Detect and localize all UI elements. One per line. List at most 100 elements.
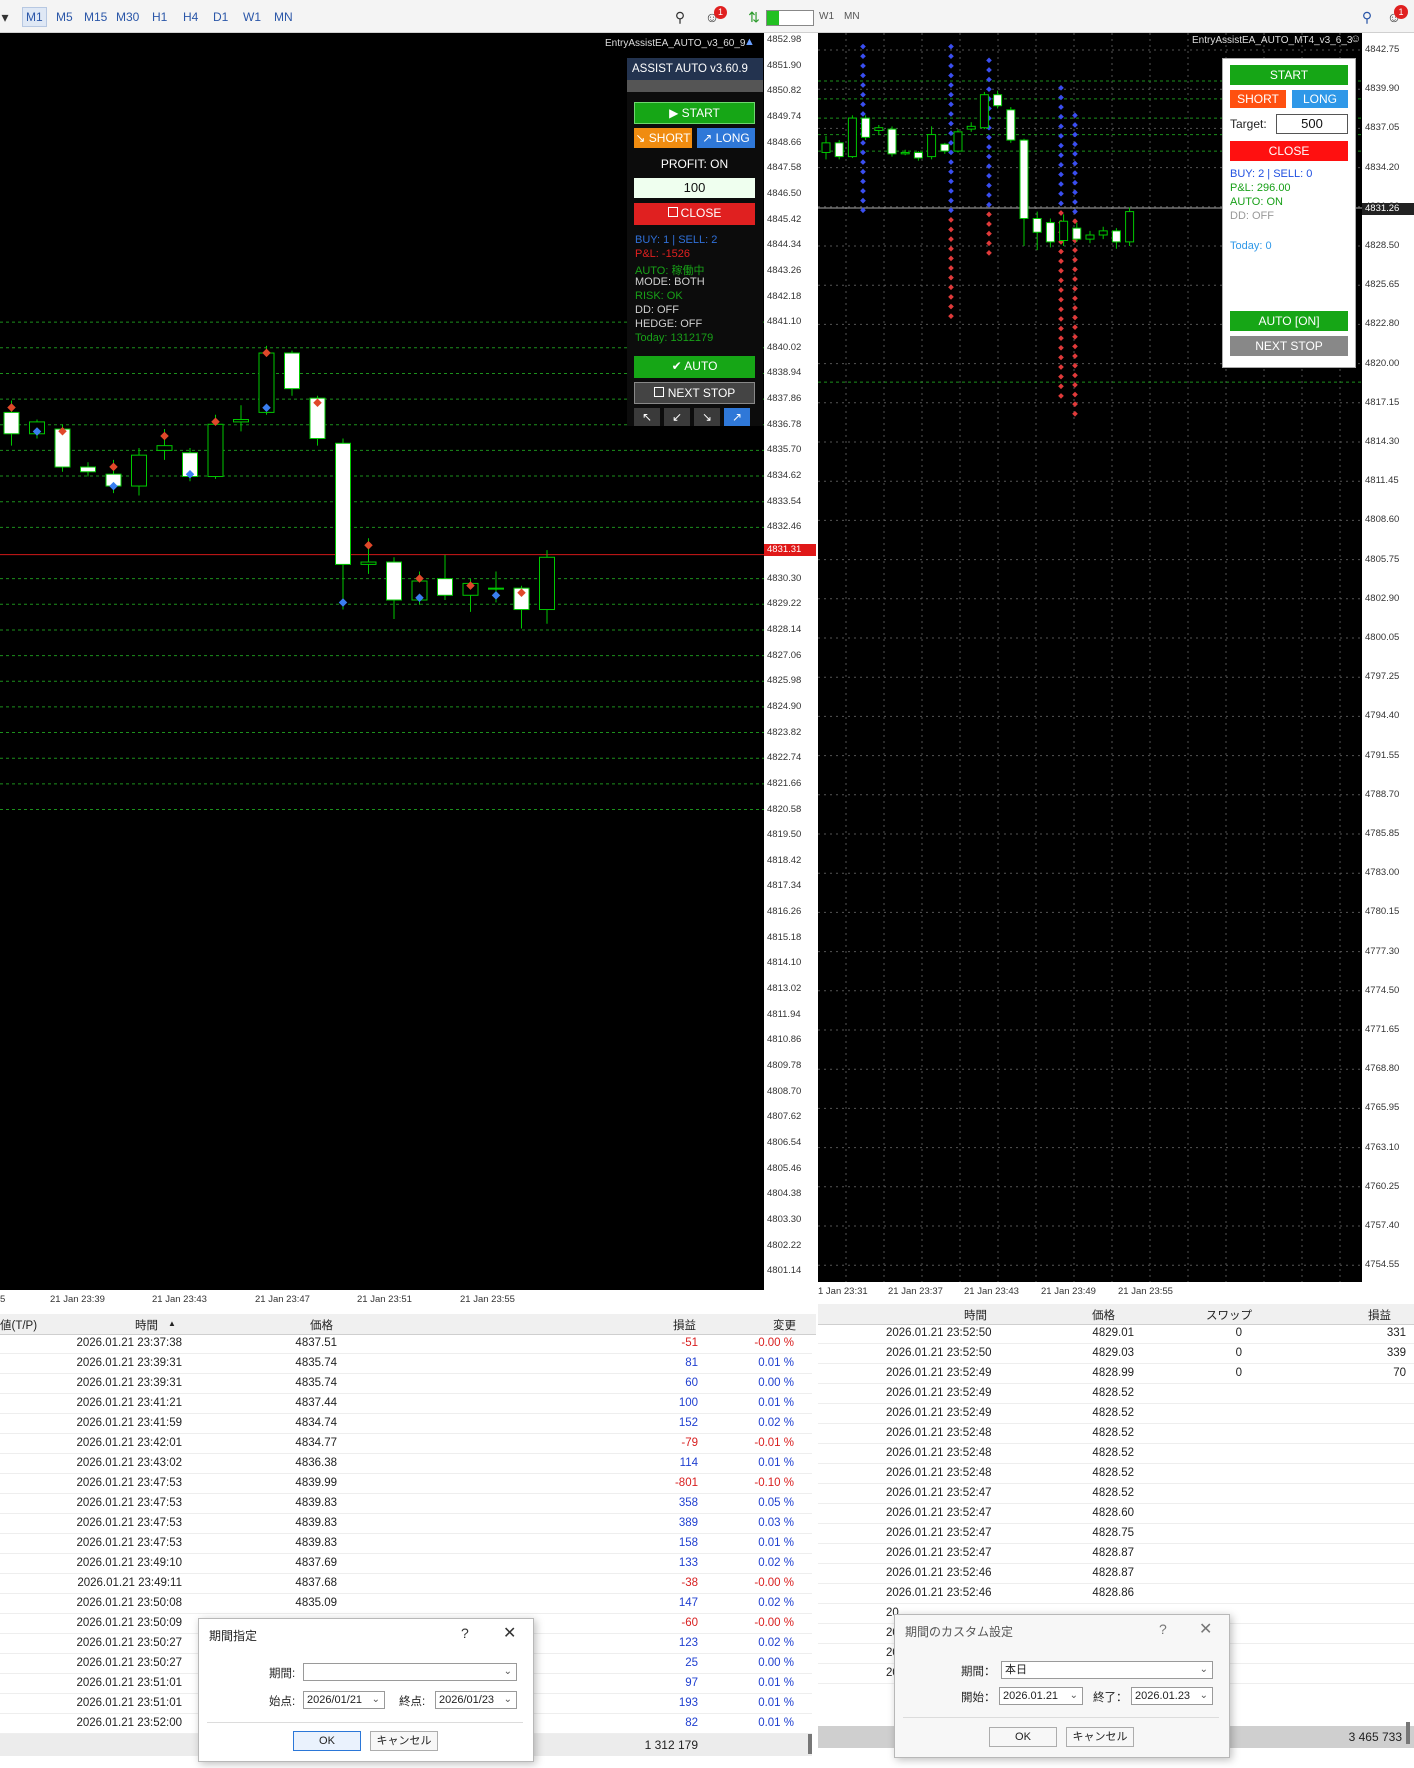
table-row[interactable]: 2026.01.21 23:52:47 4828.60	[818, 1504, 1414, 1524]
next-stop-button[interactable]: NEXT STOP	[634, 382, 755, 404]
table-row[interactable]: 2026.01.21 23:41:59 4834.74 152 0.02 %	[0, 1414, 812, 1434]
table-row[interactable]: 2026.01.21 23:52:49 4828.99 0 70	[818, 1364, 1414, 1384]
table-row[interactable]: 2026.01.21 23:47:53 4839.83 389 0.03 %	[0, 1514, 812, 1534]
candle-body	[131, 454, 147, 487]
table-row[interactable]: 2026.01.21 23:52:49 4828.52	[818, 1384, 1414, 1404]
col-profit-r[interactable]: 損益	[1368, 1307, 1391, 1323]
table-row[interactable]: 2026.01.21 23:47:53 4839.83 358 0.05 %	[0, 1494, 812, 1514]
next-stop-button-mt4[interactable]: NEXT STOP	[1230, 336, 1348, 356]
table-row[interactable]: 2026.01.21 23:52:46 4828.86	[818, 1584, 1414, 1604]
dot-marker	[860, 149, 866, 156]
sort-asc-icon[interactable]: ▲	[168, 1319, 176, 1328]
price-axis-left[interactable]: 4852.98 4851.90 4850.82 4849.74 4848.66 4847.…	[764, 33, 816, 1290]
table-row[interactable]: 2026.01.21 23:52:47 4828.87	[818, 1544, 1414, 1564]
table-row[interactable]: 2026.01.21 23:52:50 4829.03 0 339	[818, 1344, 1414, 1364]
timeframe-mn-right[interactable]: MN	[841, 8, 863, 26]
candle-body	[1125, 211, 1135, 243]
table2-scrollbar[interactable]	[1406, 1722, 1410, 1744]
cancel-button[interactable]: キャンセル	[1066, 1727, 1134, 1747]
search-icon[interactable]: ⚲	[670, 7, 690, 27]
table-row[interactable]: 2026.01.21 23:39:31 4835.74 81 0.01 %	[0, 1354, 812, 1374]
profit-toggle[interactable]: PROFIT: ON	[634, 154, 755, 174]
timeframe-mn[interactable]: MN	[271, 8, 296, 26]
start-date-field[interactable]: 2026.01.21 ⌄	[999, 1687, 1083, 1705]
end-date-field[interactable]: 2026.01.23 ⌄	[1131, 1687, 1213, 1705]
timeframe-h1[interactable]: H1	[149, 8, 170, 26]
price-axis-right[interactable]: 4842.75 4839.90 4837.05 4834.20 4831.26 4828.…	[1362, 33, 1414, 1288]
col-profit[interactable]: 損益	[673, 1317, 696, 1333]
table-row[interactable]: 2026.01.21 23:52:47 4828.52	[818, 1484, 1414, 1504]
table-row[interactable]: 2026.01.21 23:52:50 4829.01 0 331	[818, 1324, 1414, 1344]
col-tp[interactable]: 値(T/P)	[0, 1317, 37, 1333]
col-swap-r[interactable]: スワップ	[1206, 1307, 1252, 1323]
arrow-up-right-button[interactable]: ↗	[724, 408, 750, 426]
candle-body	[1111, 230, 1121, 243]
auto-on-button[interactable]: AUTO [ON]	[1230, 311, 1348, 331]
auto-button[interactable]: ✔ AUTO	[634, 356, 755, 378]
short-button[interactable]: ↘ SHORT	[634, 128, 692, 148]
help-icon[interactable]: ?	[461, 1625, 469, 1641]
col-price[interactable]: 価格	[310, 1317, 333, 1333]
close-icon[interactable]: ✕	[503, 1623, 516, 1643]
table-row[interactable]: 2026.01.21 23:52:49 4828.52	[818, 1404, 1414, 1424]
table-row[interactable]: 2026.01.21 23:52:48 4828.52	[818, 1464, 1414, 1484]
table-row[interactable]: 2026.01.21 23:50:08 4835.09 147 0.02 %	[0, 1594, 812, 1614]
timeframe-w1-right[interactable]: W1	[816, 8, 837, 26]
dot-marker	[986, 144, 992, 150]
long-button-mt4[interactable]: LONG	[1292, 90, 1348, 108]
table-row[interactable]: 2026.01.21 23:49:10 4837.69 133 0.02 %	[0, 1554, 812, 1574]
table-row[interactable]: 2026.01.21 23:52:47 4828.75	[818, 1524, 1414, 1544]
table-row[interactable]: 2026.01.21 23:47:53 4839.83 158 0.01 %	[0, 1534, 812, 1554]
timeframe-m15[interactable]: M15	[81, 8, 110, 26]
ok-button[interactable]: OK	[293, 1731, 361, 1751]
start-button[interactable]: ▶ START	[634, 102, 755, 124]
period-select[interactable]: 本日 ⌄	[1001, 1661, 1213, 1679]
table-row[interactable]: 2026.01.21 23:42:01 4834.77 -79 -0.01 %	[0, 1434, 812, 1454]
price-tick-label: 4818.42	[767, 854, 802, 866]
end-date-field[interactable]: 2026/01/23 ⌄	[435, 1691, 517, 1709]
arrow-down-left-button[interactable]: ↙	[664, 408, 690, 426]
profit-value-input[interactable]: 100	[634, 178, 755, 198]
cancel-button[interactable]: キャンセル	[370, 1731, 438, 1751]
period-select[interactable]: ⌄	[303, 1663, 517, 1681]
timeframe-m1[interactable]: M1	[22, 7, 47, 27]
dropdown-arrow-icon[interactable]: ▾	[0, 7, 10, 27]
price-tick-label: 4807.62	[767, 1111, 802, 1123]
start-date-field[interactable]: 2026/01/21 ⌄	[303, 1691, 385, 1709]
close-button-mt4[interactable]: CLOSE	[1230, 141, 1348, 161]
target-input[interactable]: 500	[1276, 114, 1348, 134]
timeframe-d1[interactable]: D1	[210, 8, 231, 26]
ok-button[interactable]: OK	[989, 1727, 1057, 1747]
help-icon[interactable]: ?	[1159, 1621, 1167, 1637]
short-button-mt4[interactable]: SHORT	[1230, 90, 1286, 108]
start-button-mt4[interactable]: START	[1230, 65, 1348, 85]
col-time-r[interactable]: 時間	[964, 1307, 987, 1323]
search-icon-right[interactable]: ⚲	[1357, 7, 1377, 27]
table-row[interactable]: 2026.01.21 23:41:21 4837.44 100 0.01 %	[0, 1394, 812, 1414]
table-row[interactable]: 2026.01.21 23:43:02 4836.38 114 0.01 %	[0, 1454, 812, 1474]
long-button[interactable]: ↗ LONG	[697, 128, 755, 148]
dot-marker	[860, 53, 866, 60]
col-change[interactable]: 変更	[773, 1317, 796, 1333]
table-row[interactable]: 2026.01.21 23:52:46 4828.87	[818, 1564, 1414, 1584]
col-price-r[interactable]: 価格	[1092, 1307, 1115, 1323]
dot-marker	[1058, 94, 1064, 101]
row-change: -0.00 %	[754, 1617, 794, 1629]
col-time[interactable]: 時間	[135, 1317, 158, 1333]
close-icon[interactable]: ✕	[1199, 1619, 1212, 1639]
table-row[interactable]: 2026.01.21 23:52:48 4828.52	[818, 1444, 1414, 1464]
table-row[interactable]: 2026.01.21 23:37:38 4837.51 -51 -0.00 %	[0, 1334, 812, 1354]
table-row[interactable]: 2026.01.21 23:49:11 4837.68 -38 -0.00 %	[0, 1574, 812, 1594]
timeframe-w1[interactable]: W1	[240, 8, 264, 26]
arrow-up-left-button[interactable]: ↖	[634, 408, 660, 426]
table1-scrollbar[interactable]	[808, 1734, 812, 1754]
timeframe-m30[interactable]: M30	[113, 8, 142, 26]
timeframe-h4[interactable]: H4	[180, 8, 201, 26]
table-row[interactable]: 2026.01.21 23:52:48 4828.52	[818, 1424, 1414, 1444]
timeframe-m5[interactable]: M5	[53, 8, 76, 26]
candle-body	[80, 466, 96, 473]
close-button[interactable]: CLOSE	[634, 203, 755, 225]
table-row[interactable]: 2026.01.21 23:39:31 4835.74 60 0.00 %	[0, 1374, 812, 1394]
table-row[interactable]: 2026.01.21 23:47:53 4839.99 -801 -0.10 %	[0, 1474, 812, 1494]
arrow-down-right-button[interactable]: ↘	[694, 408, 720, 426]
